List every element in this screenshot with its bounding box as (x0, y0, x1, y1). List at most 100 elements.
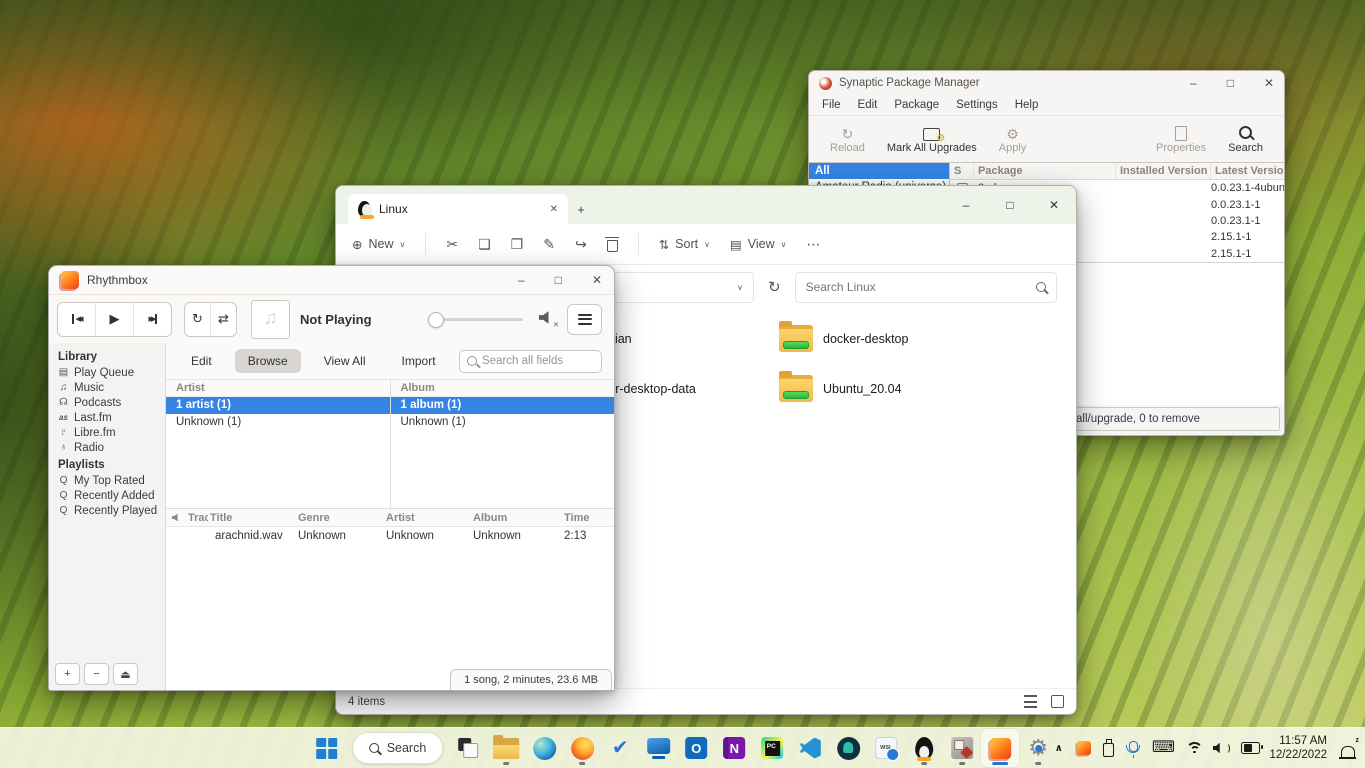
column-header-package[interactable]: Package (974, 163, 1116, 179)
delete-button[interactable] (607, 237, 618, 252)
shuffle-button[interactable]: ⇄ (211, 303, 236, 336)
taskbar-item-remote-desktop[interactable] (639, 729, 677, 767)
rename-icon[interactable]: ✎ (543, 236, 555, 253)
reload-button[interactable]: ↻Reload (819, 124, 876, 154)
mark-all-upgrades-button[interactable]: ⚙Mark All Upgrades (876, 124, 988, 154)
column-header-time[interactable]: Time (562, 512, 614, 524)
album-row[interactable]: 1 album (1) (391, 397, 615, 414)
file-item-ubuntu-20-04[interactable]: Ubuntu_20.04 (779, 375, 902, 402)
minimize-button[interactable]: – (1190, 77, 1197, 89)
tab-browse[interactable]: Browse (235, 349, 301, 373)
sidebar-item-libre-fm[interactable]: ♇Libre.fm (49, 425, 165, 440)
column-header-track[interactable]: Track (186, 512, 208, 524)
menu-file[interactable]: File (822, 99, 841, 111)
close-button[interactable]: ✕ (592, 274, 602, 286)
chevron-down-icon[interactable]: ∨ (737, 283, 743, 292)
menu-settings[interactable]: Settings (956, 99, 998, 111)
artist-column-header[interactable]: Artist (166, 380, 390, 397)
seek-slider[interactable] (428, 318, 523, 321)
tab-edit[interactable]: Edit (178, 349, 225, 373)
notification-bell-button[interactable]: z (1339, 739, 1357, 757)
filter-all[interactable]: All (809, 163, 949, 179)
column-header-latest-version[interactable]: Latest Version (1211, 163, 1284, 179)
volume-muted-icon[interactable]: ✕ (539, 311, 553, 327)
taskbar-item-rhythmbox[interactable] (981, 729, 1019, 767)
taskbar-item-synaptic[interactable] (943, 729, 981, 767)
tray-item-rhythmbox-tray[interactable] (1077, 741, 1091, 755)
remove-button[interactable]: − (84, 663, 109, 685)
paste-icon[interactable]: ❐ (511, 236, 524, 253)
tray-item-keyboard[interactable]: ⌨ (1152, 740, 1175, 756)
more-options-icon[interactable]: ⋯ (807, 236, 821, 253)
taskbar-item-start[interactable] (308, 729, 346, 767)
taskbar-item-pycharm[interactable]: PC (753, 729, 791, 767)
rhythmbox-titlebar[interactable]: Rhythmbox – □ ✕ (49, 266, 614, 295)
minimize-button[interactable]: – (944, 199, 988, 211)
taskbar-search-button[interactable]: Search (352, 732, 444, 764)
column-header-installed-version[interactable]: Installed Version (1116, 163, 1211, 179)
search-button[interactable]: Search (1217, 124, 1274, 154)
maximize-button[interactable]: □ (555, 274, 562, 286)
column-header-artist[interactable]: Artist (384, 512, 471, 524)
sidebar-item-last-fm[interactable]: asLast.fm (49, 410, 165, 425)
previous-track-button[interactable]: ◂◂ (58, 303, 96, 336)
column-header-album[interactable]: Album (471, 512, 562, 524)
sort-button[interactable]: ⇅ Sort ∨ (659, 237, 710, 252)
taskbar-item-vscode[interactable] (791, 729, 829, 767)
taskbar-item-linux-tux[interactable] (905, 729, 943, 767)
tab-close-icon[interactable]: ✕ (550, 204, 558, 215)
sidebar-item-play-queue[interactable]: ▤Play Queue (49, 365, 165, 380)
taskbar-item-onenote[interactable]: N (715, 729, 753, 767)
artist-row[interactable]: 1 artist (1) (166, 397, 390, 414)
taskbar-item-gitkraken[interactable] (829, 729, 867, 767)
add-button[interactable]: + (55, 663, 80, 685)
taskbar-item-file-explorer[interactable] (487, 729, 525, 767)
tray-item-usb[interactable] (1102, 739, 1116, 757)
column-header-title[interactable]: Title (208, 512, 296, 524)
tab-import[interactable]: Import (389, 349, 449, 373)
apply-button[interactable]: ⚙Apply (988, 124, 1038, 154)
repeat-button[interactable]: ↻ (185, 303, 211, 336)
maximize-button[interactable]: □ (1227, 77, 1234, 89)
close-button[interactable]: ✕ (1032, 199, 1076, 211)
taskbar-item-firefox[interactable] (563, 729, 601, 767)
explorer-search-input[interactable]: Search Linux (795, 272, 1057, 303)
tab-view-all[interactable]: View All (311, 349, 379, 373)
track-row[interactable]: arachnid.wavUnknownUnknownUnknown2:13 (166, 527, 614, 545)
menu-edit[interactable]: Edit (858, 99, 878, 111)
tray-item-tray-chevron[interactable]: ∧ (1052, 743, 1066, 754)
view-button[interactable]: ▤ View ∨ (730, 237, 787, 252)
tray-item-volume[interactable] (1213, 743, 1231, 754)
sidebar-item-my-top-rated[interactable]: QMy Top Rated (49, 473, 165, 488)
next-track-button[interactable]: ▸▸ (134, 303, 171, 336)
play-button[interactable]: ▶ (96, 303, 134, 336)
album-row[interactable]: Unknown (1) (391, 414, 615, 431)
copy-icon[interactable]: ❏ (478, 236, 491, 253)
taskbar-clock[interactable]: 11:57 AM 12/22/2022 (1269, 734, 1327, 763)
share-icon[interactable]: ↪ (575, 236, 587, 253)
refresh-icon[interactable]: ↻ (768, 278, 781, 296)
tray-item-battery[interactable] (1241, 742, 1260, 754)
synaptic-titlebar[interactable]: Synaptic Package Manager – □ ✕ (809, 71, 1284, 95)
hamburger-menu-button[interactable] (567, 304, 602, 335)
properties-button[interactable]: Properties (1145, 124, 1217, 154)
tray-item-microphone[interactable] (1127, 745, 1141, 752)
details-view-icon[interactable] (1024, 695, 1037, 708)
maximize-button[interactable]: □ (988, 199, 1032, 211)
column-header-genre[interactable]: Genre (296, 512, 384, 524)
taskbar-item-task-view[interactable] (449, 729, 487, 767)
album-column-header[interactable]: Album (391, 380, 615, 397)
new-tab-button[interactable]: + (568, 194, 594, 224)
minimize-button[interactable]: – (518, 274, 525, 286)
taskbar-item-edge[interactable] (525, 729, 563, 767)
taskbar-item-wsl[interactable]: WSL (867, 729, 905, 767)
menu-help[interactable]: Help (1015, 99, 1039, 111)
cut-icon[interactable]: ✂ (446, 236, 458, 253)
tray-item-wifi[interactable] (1186, 742, 1202, 754)
sidebar-item-podcasts[interactable]: ☊Podcasts (49, 395, 165, 410)
sidebar-item-music[interactable]: ♫Music (49, 380, 165, 395)
column-header-s[interactable]: S (950, 163, 974, 179)
file-item-docker-desktop[interactable]: docker-desktop (779, 325, 908, 352)
new-button[interactable]: ⊕ New ∨ (352, 237, 405, 252)
sidebar-item-recently-played[interactable]: QRecently Played (49, 503, 165, 518)
